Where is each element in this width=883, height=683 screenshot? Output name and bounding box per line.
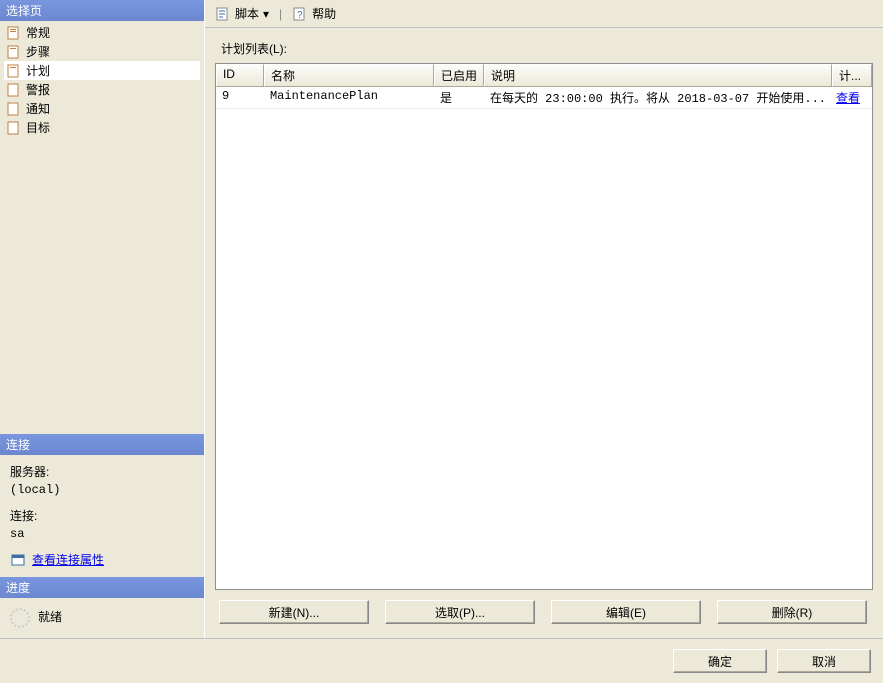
help-button[interactable]: ? 帮助 [288, 3, 340, 24]
col-enabled[interactable]: 已启用 [434, 64, 484, 87]
schedule-list-label: 计划列表(L): [221, 40, 873, 57]
script-label: 脚本 [235, 5, 259, 22]
right-panel: 脚本 ▾ | ? 帮助 计划列表(L): ID 名称 已启用 说明 计... [205, 0, 883, 638]
cell-view-link[interactable]: 查看 [832, 87, 872, 108]
help-icon: ? [292, 6, 308, 22]
script-button[interactable]: 脚本 ▾ [211, 3, 273, 24]
nav-notify[interactable]: 通知 [4, 99, 200, 118]
page-icon [6, 101, 22, 117]
connection-section: 服务器: (local) 连接: sa 查看连接属性 [0, 455, 204, 577]
progress-section: 就绪 [0, 598, 204, 638]
progress-status: 就绪 [38, 608, 62, 625]
spinner-icon [10, 608, 30, 628]
nav-label: 警报 [26, 81, 50, 98]
conn-label: 连接: [10, 507, 194, 525]
cancel-button[interactable]: 取消 [777, 649, 871, 673]
page-icon [6, 44, 22, 60]
nav-label: 计划 [26, 62, 50, 79]
nav-steps[interactable]: 步骤 [4, 42, 200, 61]
connection-header: 连接 [0, 434, 204, 455]
cell-name: MaintenancePlan [264, 87, 434, 108]
dialog-footer: 确定 取消 [0, 638, 883, 683]
grid-header: ID 名称 已启用 说明 计... [216, 64, 872, 87]
select-page-header: 选择页 [0, 0, 204, 21]
page-icon [6, 25, 22, 41]
server-value: (local) [10, 481, 194, 499]
nav-schedules[interactable]: 计划 [4, 61, 200, 80]
nav-general[interactable]: 常规 [4, 23, 200, 42]
nav-label: 步骤 [26, 43, 50, 60]
cell-id: 9 [216, 87, 264, 108]
help-label: 帮助 [312, 5, 336, 22]
new-button[interactable]: 新建(N)... [219, 600, 369, 624]
nav-label: 目标 [26, 119, 50, 136]
view-connection-link[interactable]: 查看连接属性 [32, 551, 104, 569]
dropdown-icon: ▾ [263, 7, 269, 21]
remove-button[interactable]: 删除(R) [717, 600, 867, 624]
script-icon [215, 6, 231, 22]
properties-icon [10, 552, 26, 568]
progress-header: 进度 [0, 577, 204, 598]
col-id[interactable]: ID [216, 64, 264, 87]
nav-label: 通知 [26, 100, 50, 117]
nav-list: 常规 步骤 计划 警报 [0, 21, 204, 139]
col-desc[interactable]: 说明 [484, 64, 832, 87]
col-name[interactable]: 名称 [264, 64, 434, 87]
conn-value: sa [10, 525, 194, 543]
svg-text:?: ? [297, 10, 303, 21]
nav-label: 常规 [26, 24, 50, 41]
page-icon [6, 82, 22, 98]
toolbar: 脚本 ▾ | ? 帮助 [205, 0, 883, 28]
ok-button[interactable]: 确定 [673, 649, 767, 673]
schedule-grid: ID 名称 已启用 说明 计... 9 MaintenancePlan 是 在每… [215, 63, 873, 590]
pick-button[interactable]: 选取(P)... [385, 600, 535, 624]
nav-targets[interactable]: 目标 [4, 118, 200, 137]
action-buttons: 新建(N)... 选取(P)... 编辑(E) 删除(R) [215, 590, 873, 630]
page-icon [6, 63, 22, 79]
page-icon [6, 120, 22, 136]
table-row[interactable]: 9 MaintenancePlan 是 在每天的 23:00:00 执行。将从 … [216, 87, 872, 109]
toolbar-separator: | [279, 7, 282, 21]
col-plan[interactable]: 计... [832, 64, 872, 87]
cell-enabled: 是 [434, 87, 484, 108]
cell-desc: 在每天的 23:00:00 执行。将从 2018-03-07 开始使用... [484, 87, 832, 108]
nav-alerts[interactable]: 警报 [4, 80, 200, 99]
edit-button[interactable]: 编辑(E) [551, 600, 701, 624]
server-label: 服务器: [10, 463, 194, 481]
left-panel: 选择页 常规 步骤 计划 [0, 0, 205, 638]
